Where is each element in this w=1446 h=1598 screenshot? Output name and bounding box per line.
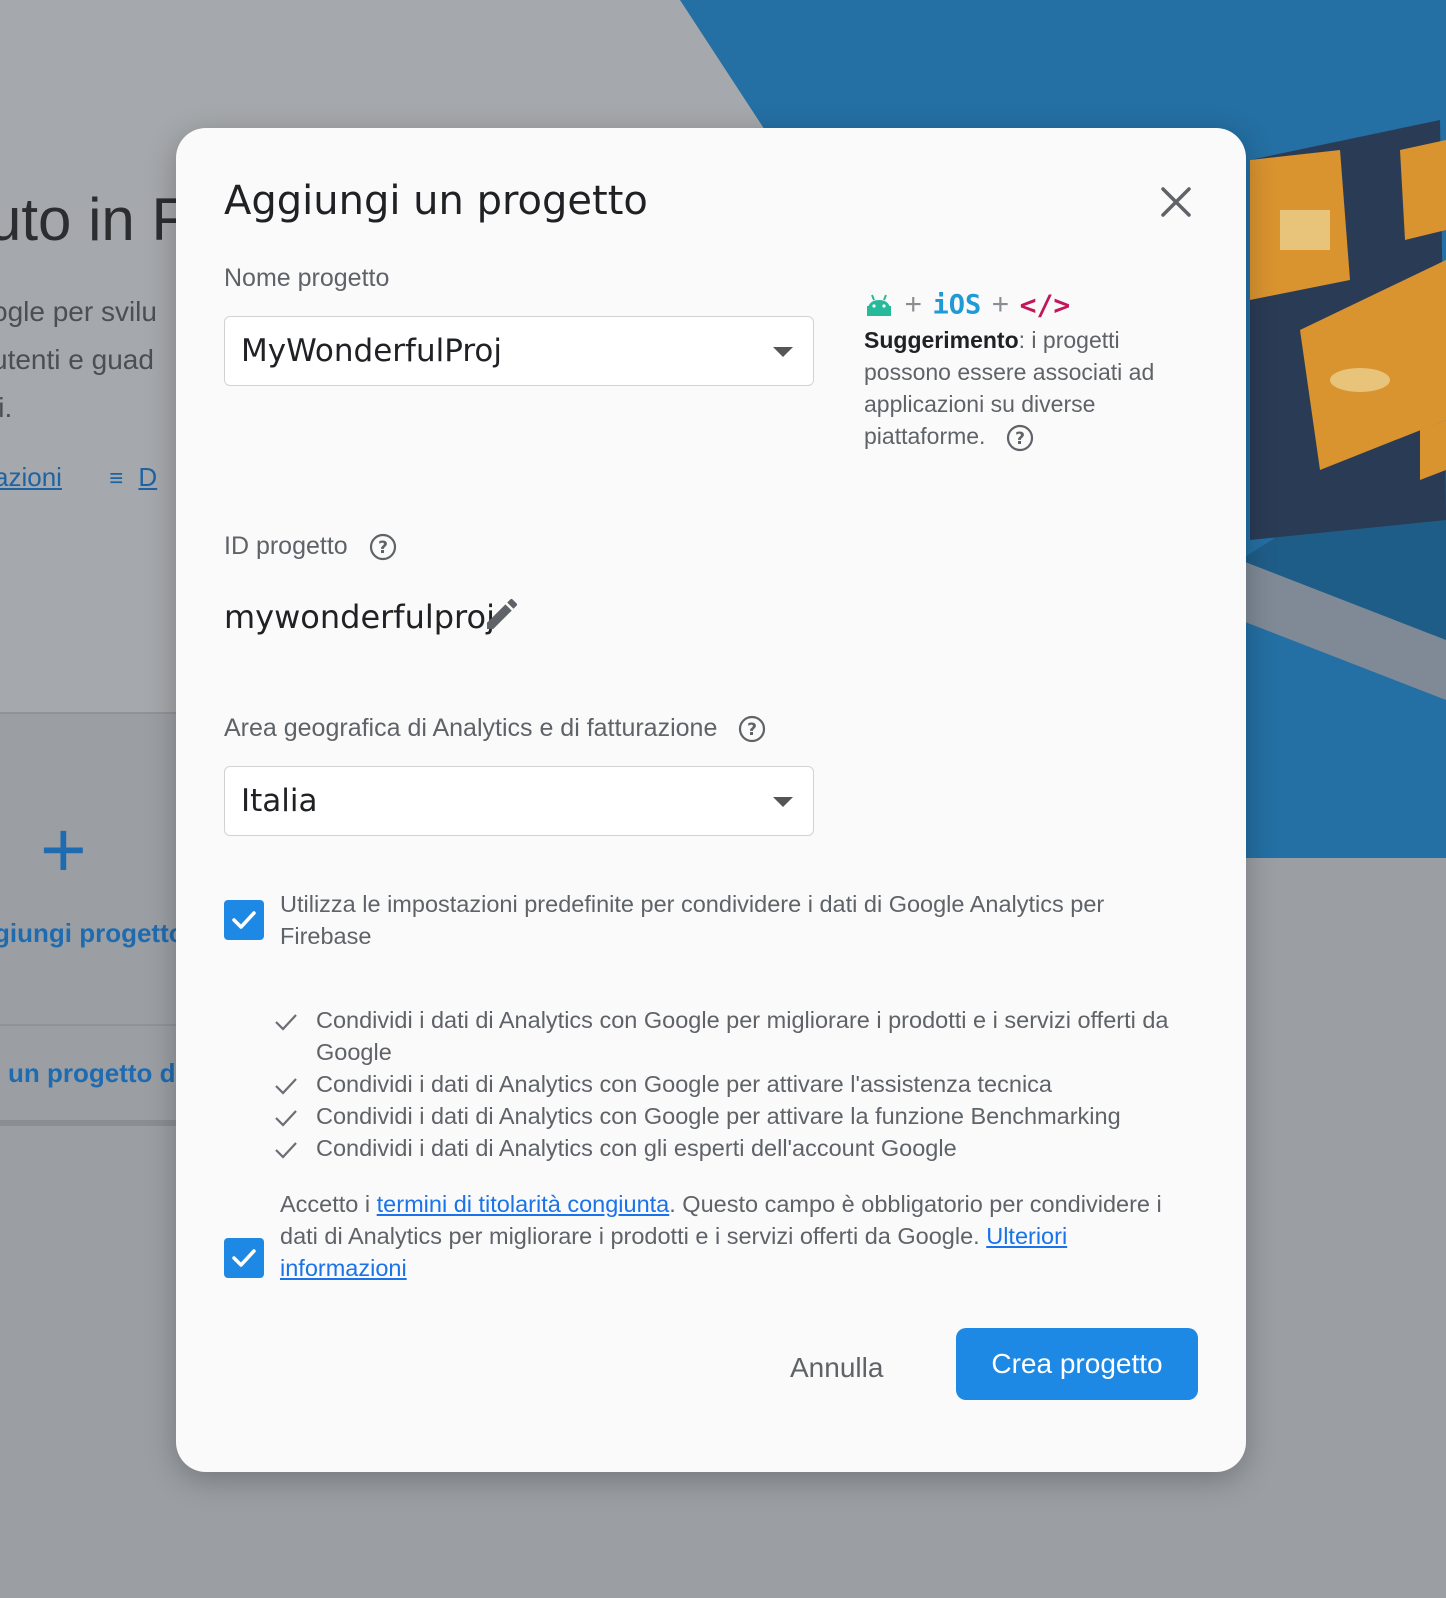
svg-text:?: ? [747, 720, 757, 740]
add-plus-icon: + [40, 805, 87, 894]
terms-checkbox[interactable] [224, 1238, 264, 1278]
svg-text:?: ? [378, 538, 388, 558]
project-id-label-row: ID progetto ? [224, 532, 397, 561]
checkmark-icon [232, 1249, 256, 1267]
project-name-label: Nome progetto [224, 264, 390, 292]
background-link-d[interactable]: D [138, 462, 157, 492]
list-item: Condividi i dati di Analytics con Google… [274, 1100, 1214, 1132]
default-settings-text: Utilizza le impostazioni predefinite per… [280, 891, 1105, 949]
background-add-project[interactable]: giungi progetto [0, 918, 185, 949]
tip-bold: Suggerimento [864, 327, 1019, 353]
plus-icon: + [904, 288, 922, 321]
background-card-shadow [0, 1120, 200, 1126]
help-icon[interactable]: ? [738, 715, 766, 743]
ios-icon: iOS [932, 289, 982, 321]
checkmark-icon [232, 911, 256, 929]
close-icon[interactable] [1154, 180, 1198, 224]
background-existing-project[interactable]: un progetto d [8, 1058, 176, 1089]
region-label: Area geografica di Analytics e di fattur… [224, 714, 718, 742]
cancel-button[interactable]: Annulla [790, 1352, 883, 1384]
dropdown-arrow-icon [773, 797, 793, 807]
project-id-label: ID progetto [224, 532, 348, 560]
project-id-value: mywonderfulproj [224, 598, 495, 636]
check-icon [275, 1078, 297, 1095]
region-label-row: Area geografica di Analytics e di fattur… [224, 714, 766, 743]
android-icon [867, 294, 891, 316]
region-value: Italia [241, 783, 318, 819]
dialog-title: Aggiungi un progetto [224, 178, 648, 224]
help-icon[interactable]: ? [1006, 424, 1034, 452]
background-links: azioni ≡ D [0, 462, 157, 493]
platforms-row: + iOS + </> [864, 288, 1070, 322]
background-link-docs[interactable]: azioni [0, 462, 62, 492]
list-item: Condividi i dati di Analytics con Google… [274, 1004, 1214, 1068]
project-name-field[interactable]: MyWonderfulProj [224, 316, 814, 386]
background-card-divider [0, 1024, 200, 1026]
plus-icon: + [991, 288, 1010, 321]
edit-pencil-icon[interactable] [482, 594, 522, 634]
default-settings-checkbox[interactable] [224, 900, 264, 940]
check-icon [275, 1110, 297, 1127]
list-item: Condividi i dati di Analytics con Google… [274, 1068, 1214, 1100]
joint-ownership-terms-link[interactable]: termini di titolarità congiunta [377, 1191, 670, 1217]
background-title: uto in Fi [0, 186, 202, 253]
add-project-dialog: Aggiungi un progetto Nome progetto MyWon… [176, 128, 1246, 1472]
web-code-icon: </> [1019, 288, 1071, 322]
sharing-list: Condividi i dati di Analytics con Google… [274, 1004, 1214, 1164]
dropdown-arrow-icon [773, 347, 793, 357]
svg-text:?: ? [1015, 429, 1025, 449]
check-icon [275, 1014, 297, 1031]
background-description: ogle per svilu utenti e guad li. [0, 296, 157, 423]
project-name-value: MyWonderfulProj [241, 333, 503, 369]
list-item: Condividi i dati di Analytics con gli es… [274, 1132, 1214, 1164]
check-icon [275, 1142, 297, 1159]
region-select[interactable]: Italia [224, 766, 814, 836]
create-project-button[interactable]: Crea progetto [956, 1328, 1198, 1400]
help-icon[interactable]: ? [369, 533, 397, 561]
terms-text: Accetto i termini di titolarità congiunt… [280, 1191, 1162, 1281]
doc-lines-icon: ≡ [109, 465, 124, 492]
platform-tip: Suggerimento: i progetti possono essere … [864, 324, 1164, 452]
